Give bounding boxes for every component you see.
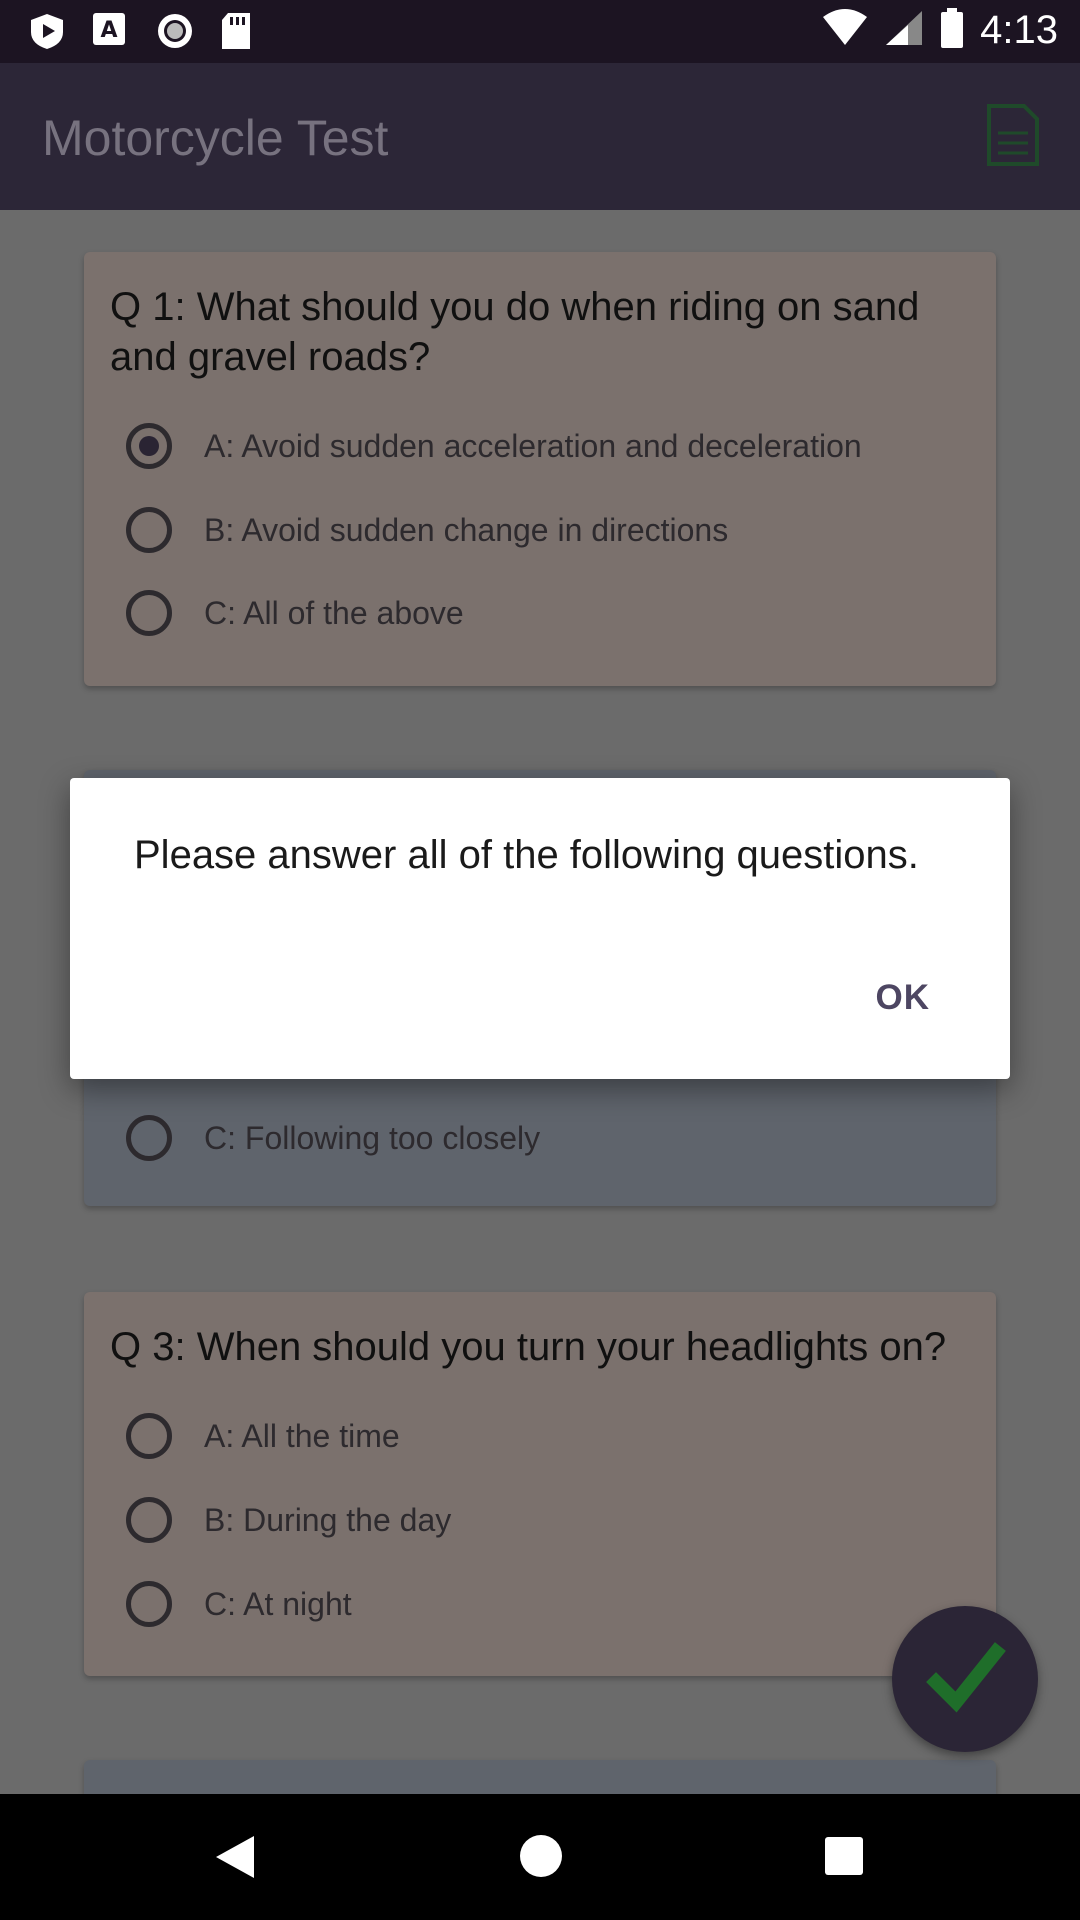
radio-button[interactable] <box>126 1115 172 1161</box>
option-b[interactable]: B: During the day <box>126 1490 451 1550</box>
document-icon[interactable] <box>986 103 1040 167</box>
option-c[interactable]: C: At night <box>126 1574 352 1634</box>
option-label: C: All of the above <box>204 594 464 631</box>
checkmark-icon <box>926 1642 1006 1713</box>
option-label: C: Following too closely <box>204 1119 541 1156</box>
record-icon <box>156 12 194 50</box>
status-bar: A 4:13 <box>0 0 1080 63</box>
option-a[interactable]: A: Avoid sudden acceleration and deceler… <box>126 416 862 476</box>
option-a[interactable]: A: All the time <box>126 1406 400 1466</box>
status-time: 4:13 <box>980 8 1058 52</box>
alert-dialog: Please answer all of the following quest… <box>70 778 1010 1079</box>
sd-card-icon <box>220 12 258 50</box>
recents-icon[interactable] <box>824 1836 864 1881</box>
option-label: C: At night <box>204 1585 352 1622</box>
question-text: Q 1: What should you do when riding on s… <box>110 285 920 379</box>
battery-icon <box>940 8 964 53</box>
radio-button[interactable] <box>126 1581 172 1627</box>
wifi-icon <box>822 9 868 52</box>
dialog-message: Please answer all of the following quest… <box>134 833 919 877</box>
option-c[interactable]: C: All of the above <box>126 583 464 643</box>
back-icon[interactable] <box>214 1834 256 1885</box>
svg-text:A: A <box>100 18 117 43</box>
question-card-4 <box>84 1760 996 1794</box>
option-b[interactable]: B: Avoid sudden change in directions <box>126 500 728 560</box>
app-title: Motorcycle Test <box>42 110 389 166</box>
navigation-bar <box>0 1794 1080 1920</box>
radio-button-checked[interactable] <box>126 423 172 469</box>
app-bar: Motorcycle Test <box>0 63 1080 210</box>
radio-button[interactable] <box>126 1413 172 1459</box>
radio-button[interactable] <box>126 590 172 636</box>
option-c[interactable]: C: Following too closely <box>126 1108 540 1168</box>
radio-button[interactable] <box>126 1497 172 1543</box>
submit-fab[interactable] <box>892 1606 1038 1752</box>
question-card-3: Q 3: When should you turn your headlight… <box>84 1292 996 1676</box>
option-label: B: Avoid sudden change in directions <box>204 511 729 548</box>
question-text: Q 3: When should you turn your headlight… <box>110 1325 947 1369</box>
radio-button[interactable] <box>126 507 172 553</box>
option-label: A: Avoid sudden acceleration and deceler… <box>204 427 862 464</box>
option-label: B: During the day <box>204 1501 452 1538</box>
signal-icon <box>884 9 924 52</box>
font-app-icon: A <box>92 12 130 50</box>
option-label: A: All the time <box>204 1417 400 1454</box>
ok-button[interactable]: OK <box>876 978 931 1018</box>
question-card-1: Q 1: What should you do when riding on s… <box>84 252 996 686</box>
play-protect-icon <box>28 12 66 50</box>
home-icon[interactable] <box>519 1834 563 1883</box>
